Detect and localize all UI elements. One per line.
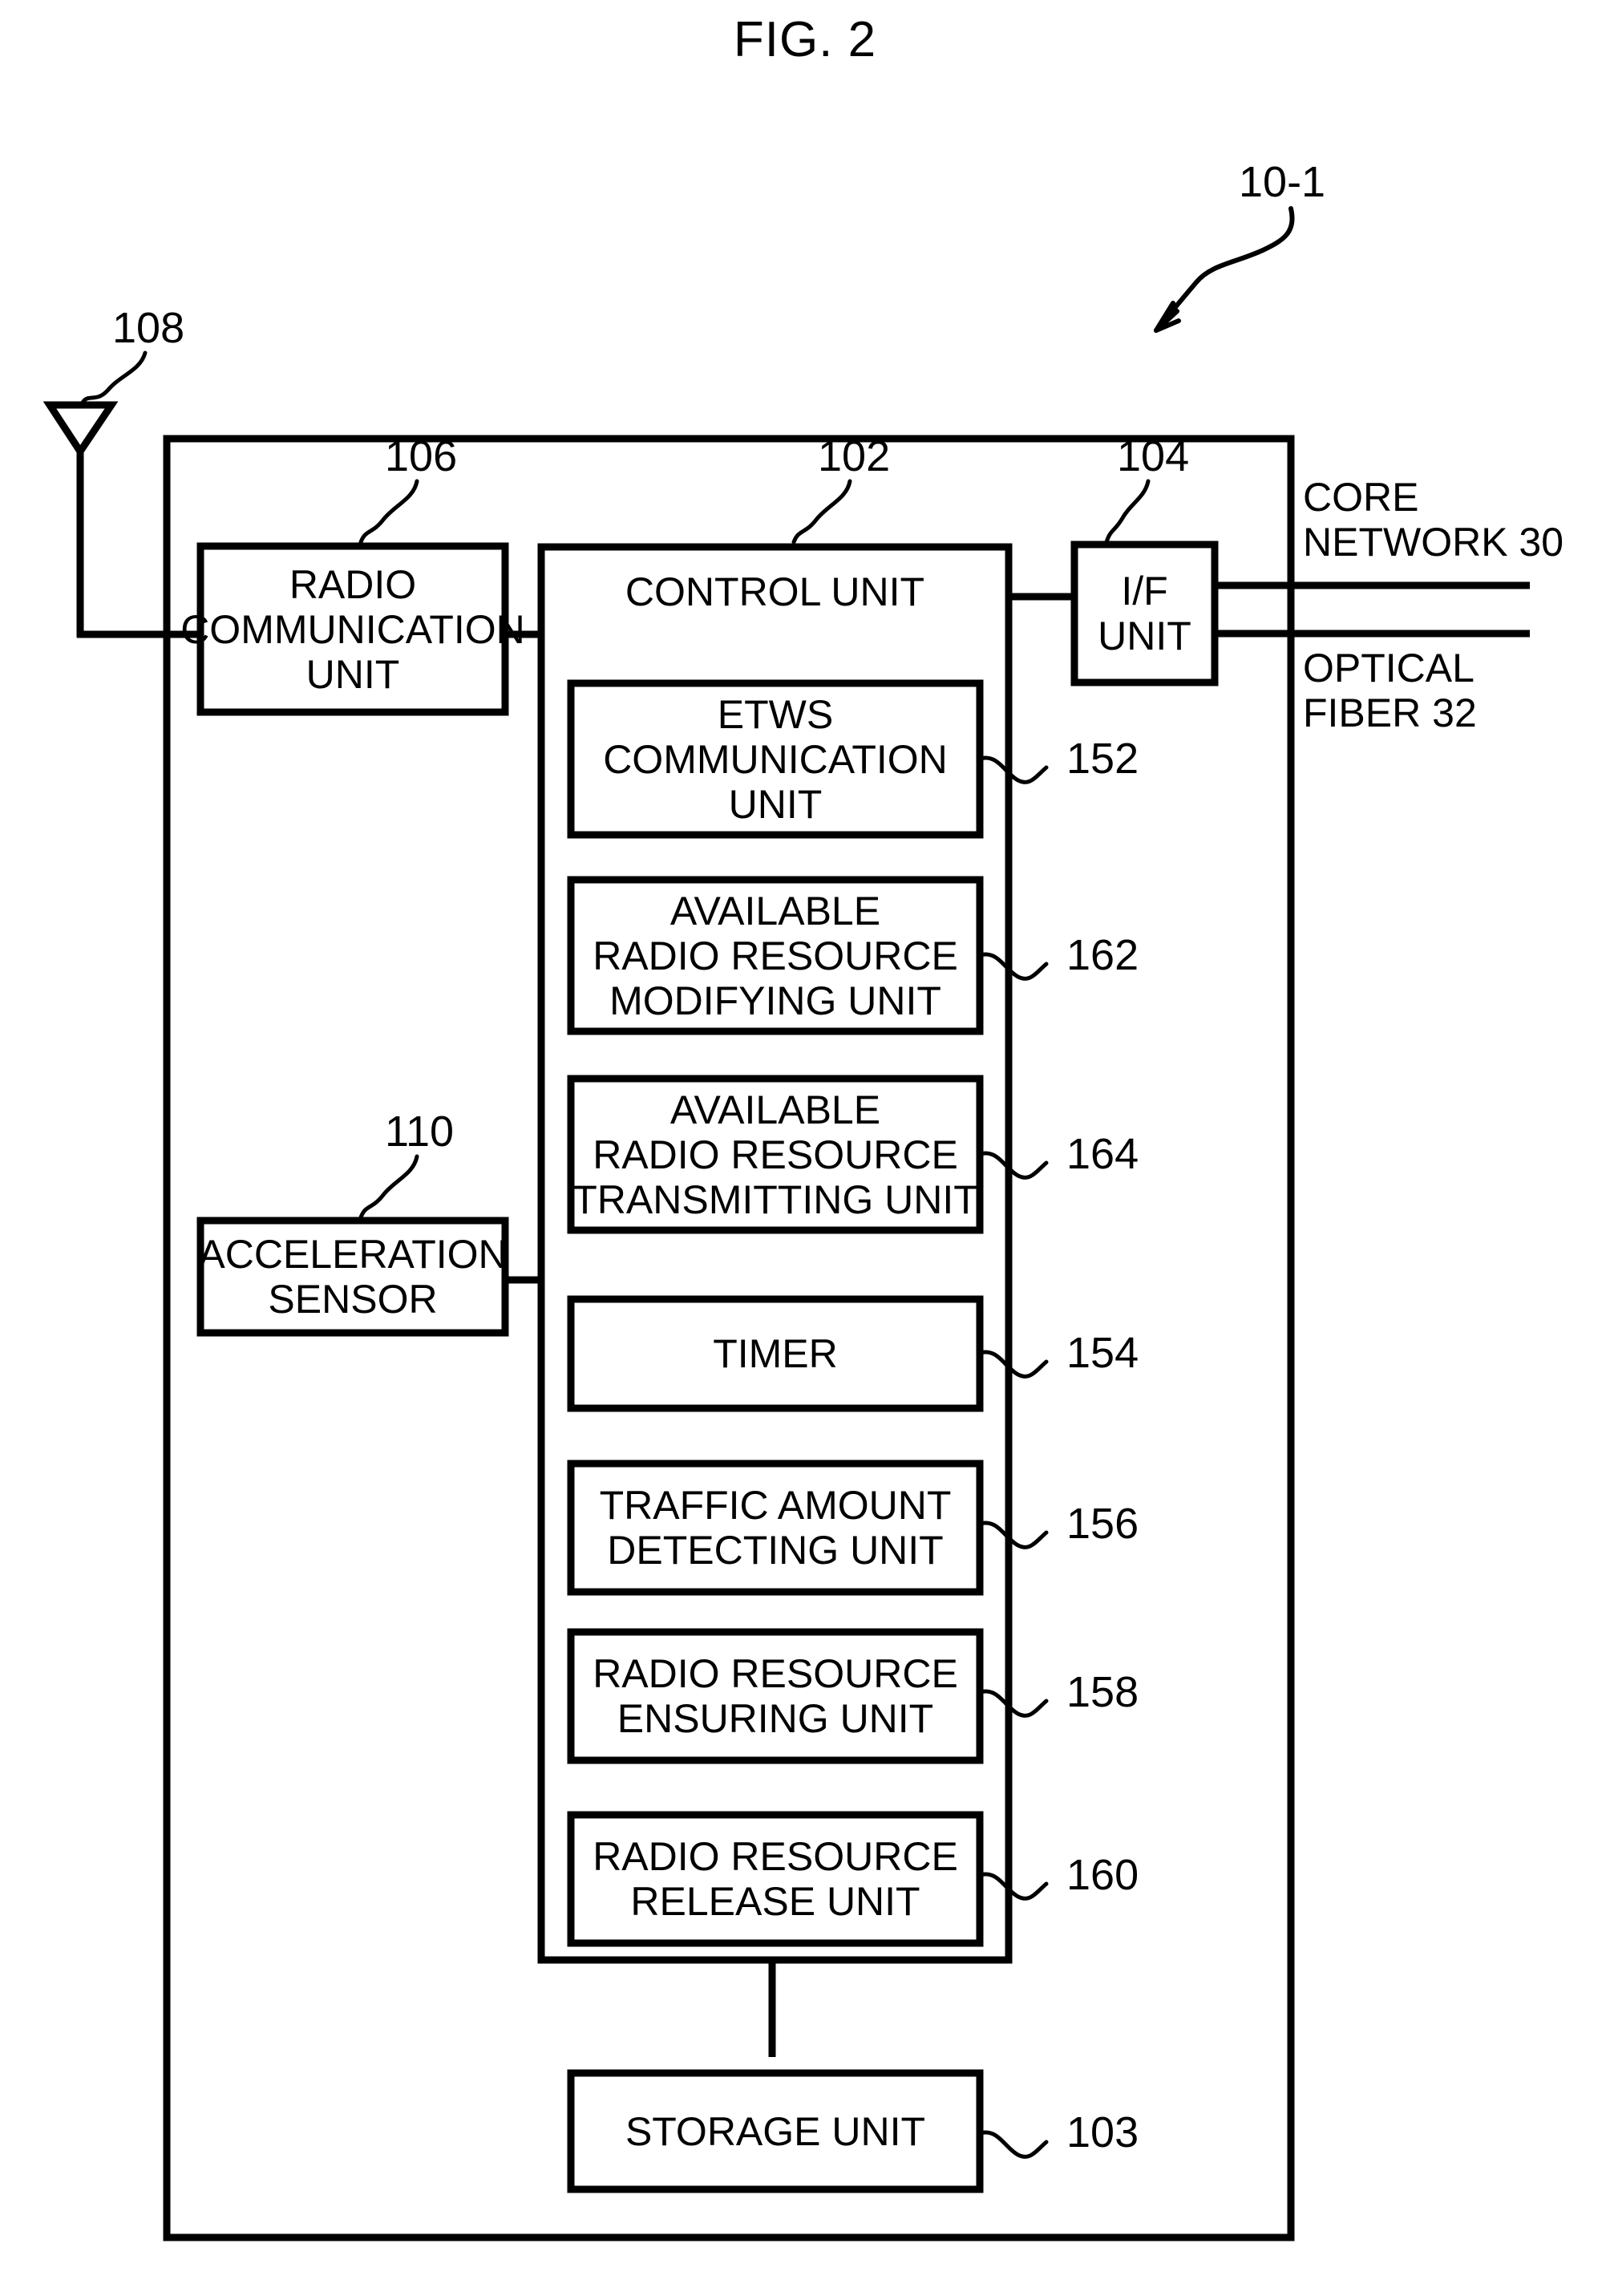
optical-fiber-label: OPTICAL FIBER 32	[1303, 646, 1477, 735]
ref-radio-communication-unit-106: 106	[385, 432, 458, 480]
control-unit-label: CONTROL UNIT	[625, 569, 925, 614]
ref-storage-unit-103: 103	[1066, 2108, 1139, 2156]
module-label-available-radio-resource-transmitting-unit: AVAILABLE RADIO RESOURCE TRANSMITTING UN…	[572, 1087, 978, 1222]
ref-control-unit-102: 102	[818, 432, 891, 480]
acceleration-sensor-label: ACCELERATION SENSOR	[198, 1232, 508, 1322]
ref-if-unit-104: 104	[1117, 432, 1190, 480]
ref-160: 160	[1066, 1851, 1139, 1899]
leader-104	[1104, 479, 1151, 545]
storage-unit-label: STORAGE UNIT	[625, 2108, 926, 2154]
ref-154: 154	[1066, 1329, 1139, 1377]
leader-108	[80, 350, 148, 405]
ref-acceleration-sensor-110: 110	[385, 1108, 455, 1156]
leader-154	[977, 1350, 1049, 1379]
leader-162	[977, 952, 1049, 981]
ref-system-10-1: 10-1	[1239, 158, 1326, 206]
leader-152	[977, 755, 1049, 784]
leader-158	[977, 1689, 1049, 1718]
leader-164	[977, 1151, 1049, 1180]
module-label-radio-resource-release-unit: RADIO RESOURCE RELEASE UNIT	[593, 1834, 958, 1924]
ref-162: 162	[1066, 931, 1139, 979]
patent-figure: FIG. 2 108 10-1 106 RADIO COMMUNICATION …	[0, 0, 1610, 2296]
leader-103	[977, 2130, 1049, 2159]
ref-158: 158	[1066, 1668, 1139, 1716]
module-label-timer: TIMER	[713, 1331, 838, 1376]
module-label-traffic-amount-detecting-unit: TRAFFIC AMOUNT DETECTING UNIT	[599, 1483, 952, 1573]
leader-156	[977, 1521, 1049, 1549]
ref-164: 164	[1066, 1130, 1139, 1178]
leader-102	[791, 479, 852, 545]
ref-152: 152	[1066, 735, 1139, 783]
if-unit-label: I/F UNIT	[1098, 569, 1191, 658]
ref-156: 156	[1066, 1500, 1139, 1548]
leader-160	[977, 1872, 1049, 1901]
core-network-label: CORE NETWORK 30	[1303, 475, 1564, 565]
ref-antenna-108: 108	[112, 304, 185, 352]
module-label-etws-communication-unit: ETWS COMMUNICATION UNIT	[603, 691, 948, 827]
leader-110	[358, 1154, 419, 1220]
module-label-available-radio-resource-modifying-unit: AVAILABLE RADIO RESOURCE MODIFYING UNIT	[593, 888, 958, 1023]
module-label-radio-resource-ensuring-unit: RADIO RESOURCE ENSURING UNIT	[593, 1651, 958, 1741]
radio-communication-unit-label: RADIO COMMUNICATION UNIT	[180, 561, 525, 697]
antenna-triangle	[42, 401, 119, 459]
leader-106	[358, 479, 419, 545]
